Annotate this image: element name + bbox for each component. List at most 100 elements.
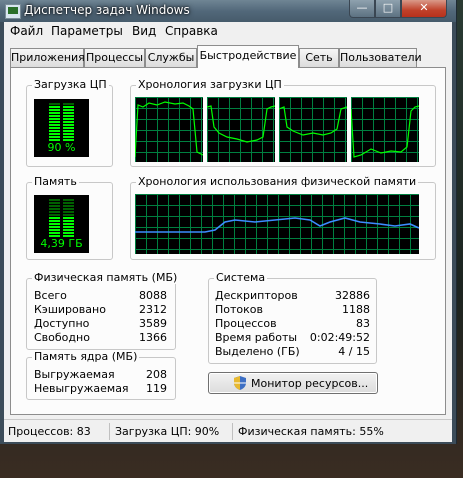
memory-meter-bar-left: [49, 232, 60, 234]
cpu-history-group: Хронология загрузки ЦП: [130, 78, 436, 167]
physical-available-label: Доступно: [34, 317, 90, 330]
menu-options[interactable]: Параметры: [51, 24, 123, 38]
memory-meter-bar-right: [63, 205, 74, 207]
cpu-meter-bar-right: [63, 106, 74, 108]
cpu-meter-bar-left: [49, 109, 60, 111]
resource-monitor-button[interactable]: Монитор ресурсов...: [208, 372, 378, 394]
memory-meter-bar-right: [63, 208, 74, 210]
cpu-meter-bar-right: [63, 103, 74, 105]
cpu-meter-bar-left: [49, 118, 60, 120]
status-cpu-usage: Загрузка ЦП: 90%: [115, 425, 220, 438]
cpu-meter-bar-left: [49, 127, 60, 129]
system-uptime-value: 0:02:49:52: [309, 331, 370, 344]
memory-meter-bar-left: [49, 223, 60, 225]
memory-value: 4,39 ГБ: [40, 237, 83, 250]
memory-meter-bar-right: [63, 229, 74, 231]
status-separator: [109, 423, 110, 440]
menu-file[interactable]: Файл: [10, 24, 43, 38]
system-handles-label: Дескрипторов: [215, 289, 298, 302]
memory-history-chart: [135, 194, 419, 254]
system-threads-value: 1188: [342, 303, 370, 316]
memory-meter-bar-right: [63, 220, 74, 222]
cpu-core-2-chart: [207, 97, 275, 162]
physical-memory-label: Физическая память (МБ): [32, 271, 180, 284]
cpu-meter-bar-right: [63, 124, 74, 126]
cpu-meter-bar-right: [63, 112, 74, 114]
menu-help[interactable]: Справка: [165, 24, 218, 38]
memory-meter-bar-left: [49, 229, 60, 231]
cpu-usage-value: 90 %: [47, 141, 76, 154]
kernel-memory-group: Память ядра (МБ) Выгружаемая 208 Невыгру…: [26, 350, 176, 400]
memory-meter-bar-right: [63, 232, 74, 234]
tab-processes[interactable]: Процессы: [84, 48, 145, 67]
system-processes-value: 83: [356, 317, 370, 330]
memory-history-group: Хронология использования физической памя…: [130, 175, 436, 260]
physical-free-value: 1366: [139, 331, 167, 344]
memory-meter-bar-right: [63, 202, 74, 204]
memory-meter-bar-left: [49, 217, 60, 219]
minimize-button[interactable]: —: [349, 0, 375, 18]
title-bar[interactable]: Диспетчер задач Windows — □ ✕: [0, 0, 456, 22]
cpu-core-4-graph: [351, 97, 419, 162]
memory-meter-bar-right: [63, 199, 74, 201]
cpu-meter-bar-right: [63, 121, 74, 123]
cpu-meter-bar-left: [49, 106, 60, 108]
menu-view[interactable]: Вид: [132, 24, 156, 38]
memory-meter-bar-left: [49, 205, 60, 207]
system-processes-label: Процессов: [215, 317, 277, 330]
status-physical-memory: Физическая память: 55%: [238, 425, 384, 438]
memory-meter-bar-right: [63, 211, 74, 213]
physical-free-label: Свободно: [34, 331, 90, 344]
memory-meter-bar-left: [49, 202, 60, 204]
cpu-meter-bar-left: [49, 121, 60, 123]
task-manager-icon: [5, 4, 21, 19]
system-commit-value: 4 / 15: [338, 345, 370, 358]
uac-shield-icon: [234, 376, 246, 390]
memory-group: Память 4,39 ГБ: [26, 175, 113, 260]
cpu-usage-meter: 90 %: [34, 99, 89, 157]
performance-panel: Загрузка ЦП 90 % Хронология загрузки ЦП …: [10, 67, 446, 415]
cpu-usage-label: Загрузка ЦП: [32, 78, 109, 91]
status-processes: Процессов: 83: [8, 425, 91, 438]
system-threads-label: Потоков: [215, 303, 263, 316]
memory-meter-bar-right: [63, 223, 74, 225]
cpu-meter-bar-left: [49, 130, 60, 132]
close-button[interactable]: ✕: [401, 0, 447, 18]
status-bar: Процессов: 83 Загрузка ЦП: 90% Физическа…: [4, 419, 452, 442]
tab-network[interactable]: Сеть: [299, 48, 339, 67]
memory-meter-bar-left: [49, 220, 60, 222]
memory-meter-bar-left: [49, 226, 60, 228]
tab-performance[interactable]: Быстродействие: [197, 45, 299, 68]
tab-users[interactable]: Пользователи: [339, 48, 422, 67]
resource-monitor-label: Монитор ресурсов...: [251, 377, 369, 390]
kernel-memory-label: Память ядра (МБ): [32, 350, 140, 363]
physical-available-value: 3589: [139, 317, 167, 330]
cpu-core-4-chart: [351, 97, 419, 162]
cpu-usage-group: Загрузка ЦП 90 %: [26, 78, 113, 167]
physical-cached-label: Кэшировано: [34, 303, 106, 316]
memory-history-trace: [135, 217, 419, 233]
cpu-history-label: Хронология загрузки ЦП: [136, 78, 284, 91]
memory-meter-bar-right: [63, 214, 74, 216]
memory-meter-bar-left: [49, 208, 60, 210]
cpu-core-1-chart: [135, 97, 203, 162]
tab-applications[interactable]: Приложения: [10, 48, 85, 67]
client-area: Приложения Процессы Службы Быстродействи…: [4, 41, 452, 419]
physical-total-value: 8088: [139, 289, 167, 302]
system-uptime-label: Время работы: [215, 331, 298, 344]
memory-label: Память: [32, 175, 79, 188]
window-title: Диспетчер задач Windows: [24, 3, 190, 17]
cpu-meter-bar-right: [63, 130, 74, 132]
cpu-core-3-graph: [279, 97, 347, 162]
system-group: Система Дескрипторов 32886 Потоков 1188 …: [208, 271, 377, 364]
system-handles-value: 32886: [335, 289, 370, 302]
memory-meter-bar-right: [63, 226, 74, 228]
physical-memory-group: Физическая память (МБ) Всего 8088 Кэширо…: [26, 271, 180, 350]
cpu-meter-bar-left: [49, 103, 60, 105]
status-separator: [232, 423, 233, 440]
memory-history-graph: [135, 194, 419, 254]
cpu-meter-bar-right: [63, 115, 74, 117]
tab-services[interactable]: Службы: [145, 48, 197, 67]
cpu-meter-bar-left: [49, 136, 60, 138]
maximize-button[interactable]: □: [375, 0, 401, 18]
